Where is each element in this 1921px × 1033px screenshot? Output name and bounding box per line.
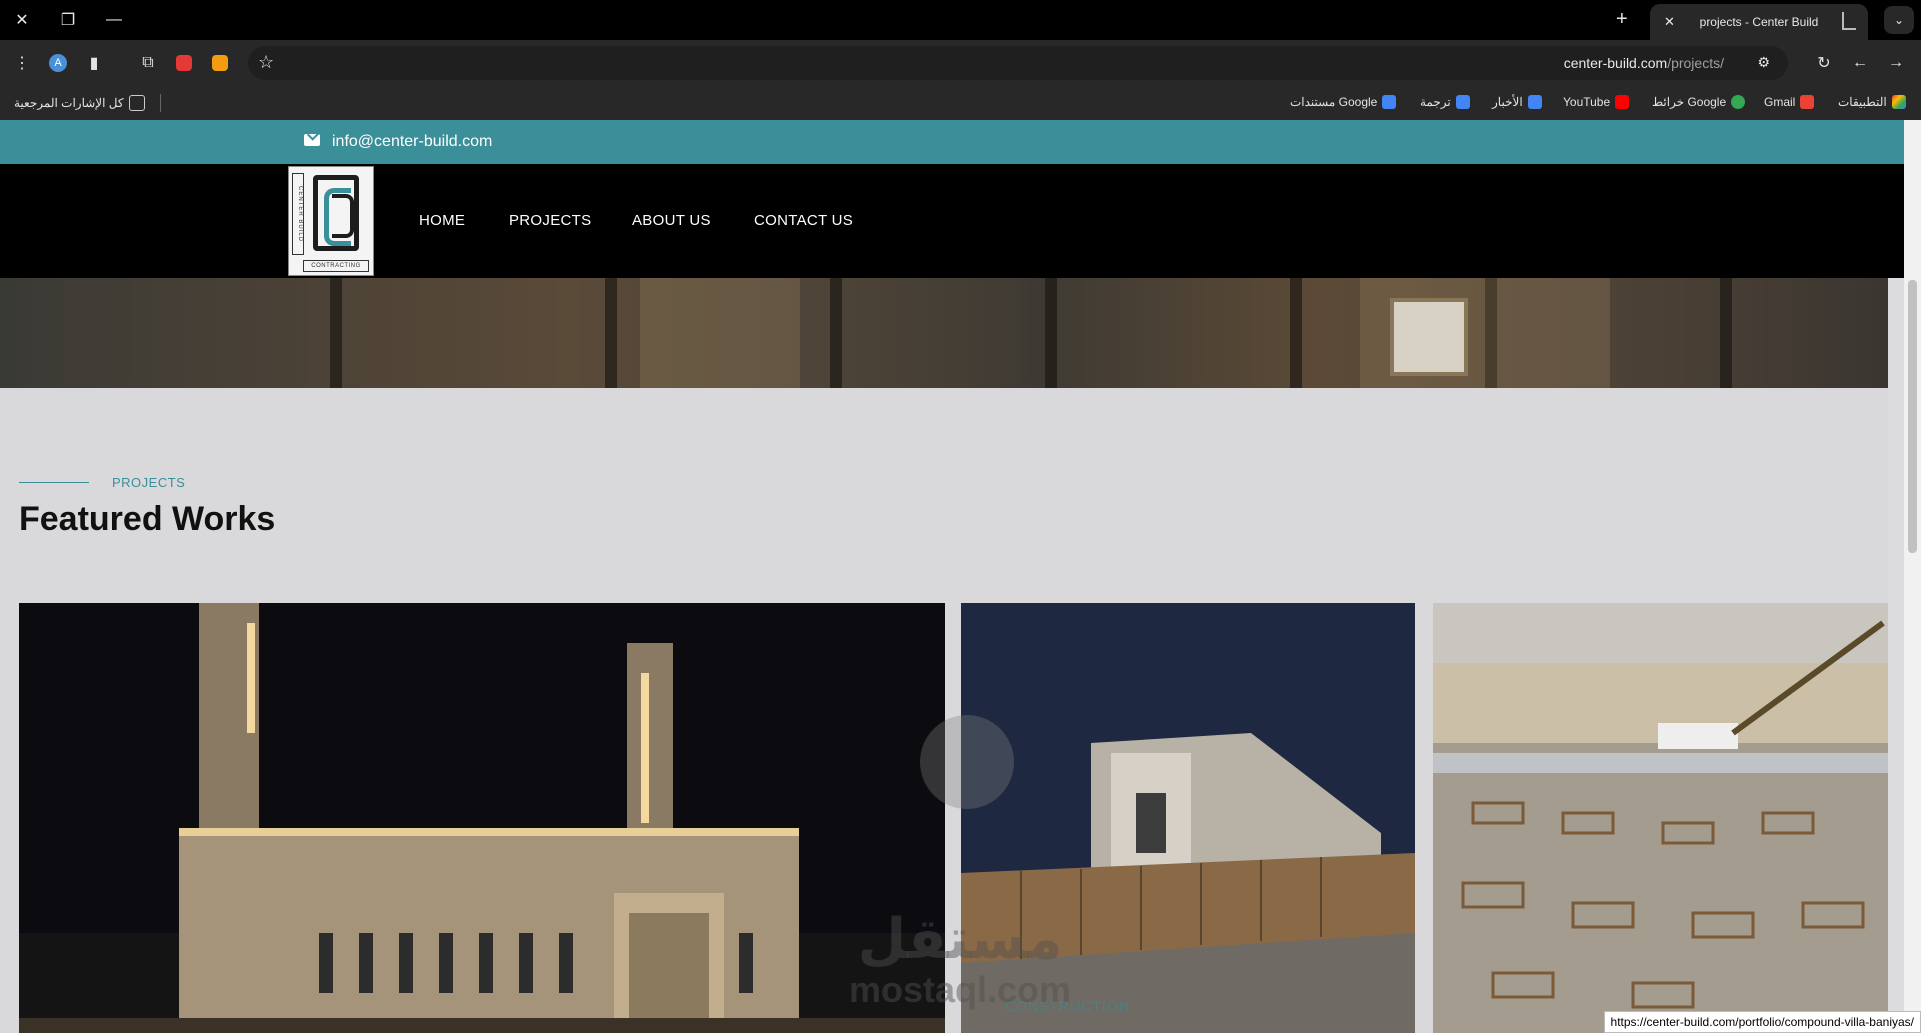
bookmark-youtube[interactable]: YouTube xyxy=(1563,95,1630,109)
back-arrow-icon[interactable]: ← xyxy=(1848,51,1872,75)
site-topbar: info@center-build.com xyxy=(0,120,1904,164)
bookmarks-separator xyxy=(160,94,161,112)
extension-red-icon[interactable] xyxy=(172,51,196,75)
translate-icon xyxy=(1455,95,1470,109)
project-card-mosque[interactable] xyxy=(19,603,945,1033)
nav-projects[interactable]: PROJECTS xyxy=(509,212,591,229)
tab-search-button[interactable]: ⌄ xyxy=(1884,6,1914,34)
logo-side-text: CENTER BUILD xyxy=(292,173,304,255)
bookmark-maps[interactable]: خرائط Google xyxy=(1652,95,1746,109)
youtube-icon xyxy=(1615,95,1630,109)
site-info-icon[interactable]: ⚙ xyxy=(1757,54,1770,71)
side-panel-icon[interactable]: ▮ xyxy=(82,51,106,75)
news-icon xyxy=(1527,95,1542,109)
site-navbar: CENTER BUILD CONTRACTING HOME PROJECTS A… xyxy=(0,164,1904,278)
nav-contact-us[interactable]: CONTACT US xyxy=(754,212,853,229)
mosque-night-image xyxy=(19,603,945,1033)
mostaql-watermark: مستقل mostaql.com xyxy=(848,907,1072,1010)
tab-favicon-icon xyxy=(1842,12,1856,30)
bookmarks-bar: كل الإشارات المرجعية مستندات Google ترجم… xyxy=(0,86,1921,121)
tab-active[interactable]: ✕ projects - Center Build xyxy=(1650,4,1868,40)
url-text: center-build.com/projects/ xyxy=(1563,55,1724,71)
new-tab-button[interactable]: + xyxy=(1616,8,1628,31)
browser-toolbar: ⋮ A ▮ ⧉ ☆ center-build.com/projects/ ⚙ ↻… xyxy=(0,40,1921,86)
profile-avatar[interactable]: A xyxy=(46,51,70,75)
gmail-icon xyxy=(1800,95,1815,109)
extension-tiger-icon[interactable] xyxy=(208,51,232,75)
bookmark-star-icon[interactable]: ☆ xyxy=(258,52,274,73)
forward-arrow-icon[interactable]: → xyxy=(1884,51,1908,75)
apps-grid-icon xyxy=(1891,95,1906,109)
address-bar[interactable]: ☆ center-build.com/projects/ ⚙ xyxy=(248,46,1788,80)
scrollbar-thumb[interactable] xyxy=(1908,280,1917,553)
hero-wall-art xyxy=(1390,298,1468,376)
logo-mark xyxy=(313,175,359,251)
browser-tab-bar: ✕ ❐ — + ✕ projects - Center Build ⌄ xyxy=(0,0,1921,40)
browser-menu-icon[interactable]: ⋮ xyxy=(10,51,34,75)
nav-home[interactable]: HOME xyxy=(419,212,465,229)
close-window-icon[interactable]: ✕ xyxy=(6,6,38,34)
logo-bottom-text: CONTRACTING xyxy=(303,260,369,272)
bookmark-translate[interactable]: ترجمة xyxy=(1420,95,1470,109)
mail-icon xyxy=(304,134,320,146)
minimize-window-icon[interactable]: — xyxy=(98,6,130,34)
tab-close-icon[interactable]: ✕ xyxy=(1664,14,1675,30)
link-status-url: https://center-build.com/portfolio/compo… xyxy=(1603,1011,1921,1033)
site-logo[interactable]: CENTER BUILD CONTRACTING xyxy=(288,166,374,276)
foundation-works-image xyxy=(1433,603,1888,1033)
bookmark-apps[interactable]: التطبيقات xyxy=(1838,95,1906,109)
bookmark-news[interactable]: الأخبار xyxy=(1492,95,1542,109)
restore-window-icon[interactable]: ❐ xyxy=(52,6,84,34)
drag-cursor-circle xyxy=(920,715,1014,809)
nav-about-us[interactable]: ABOUT US xyxy=(632,212,711,229)
tab-title: projects - Center Build xyxy=(1699,15,1819,29)
project-card-foundation[interactable] xyxy=(1433,603,1888,1033)
topbar-email[interactable]: info@center-build.com xyxy=(332,133,492,151)
section-title: Featured Works xyxy=(19,500,276,538)
section-eyebrow: PROJECTS xyxy=(112,475,186,490)
docs-icon xyxy=(1382,95,1397,109)
all-bookmarks-folder[interactable]: كل الإشارات المرجعية xyxy=(14,95,145,111)
page-viewport: info@center-build.com CENTER BUILD CONTR… xyxy=(0,120,1904,1033)
reload-icon[interactable]: ↻ xyxy=(1812,51,1836,75)
bookmark-gmail[interactable]: Gmail xyxy=(1764,95,1815,109)
page-scrollbar[interactable] xyxy=(1904,120,1921,1033)
eyebrow-line xyxy=(19,482,89,483)
extensions-icon[interactable]: ⧉ xyxy=(136,51,160,75)
maps-icon xyxy=(1731,95,1746,109)
folder-icon xyxy=(128,95,145,111)
hero-banner-image xyxy=(0,278,1888,388)
bookmark-docs[interactable]: مستندات Google xyxy=(1290,95,1397,109)
